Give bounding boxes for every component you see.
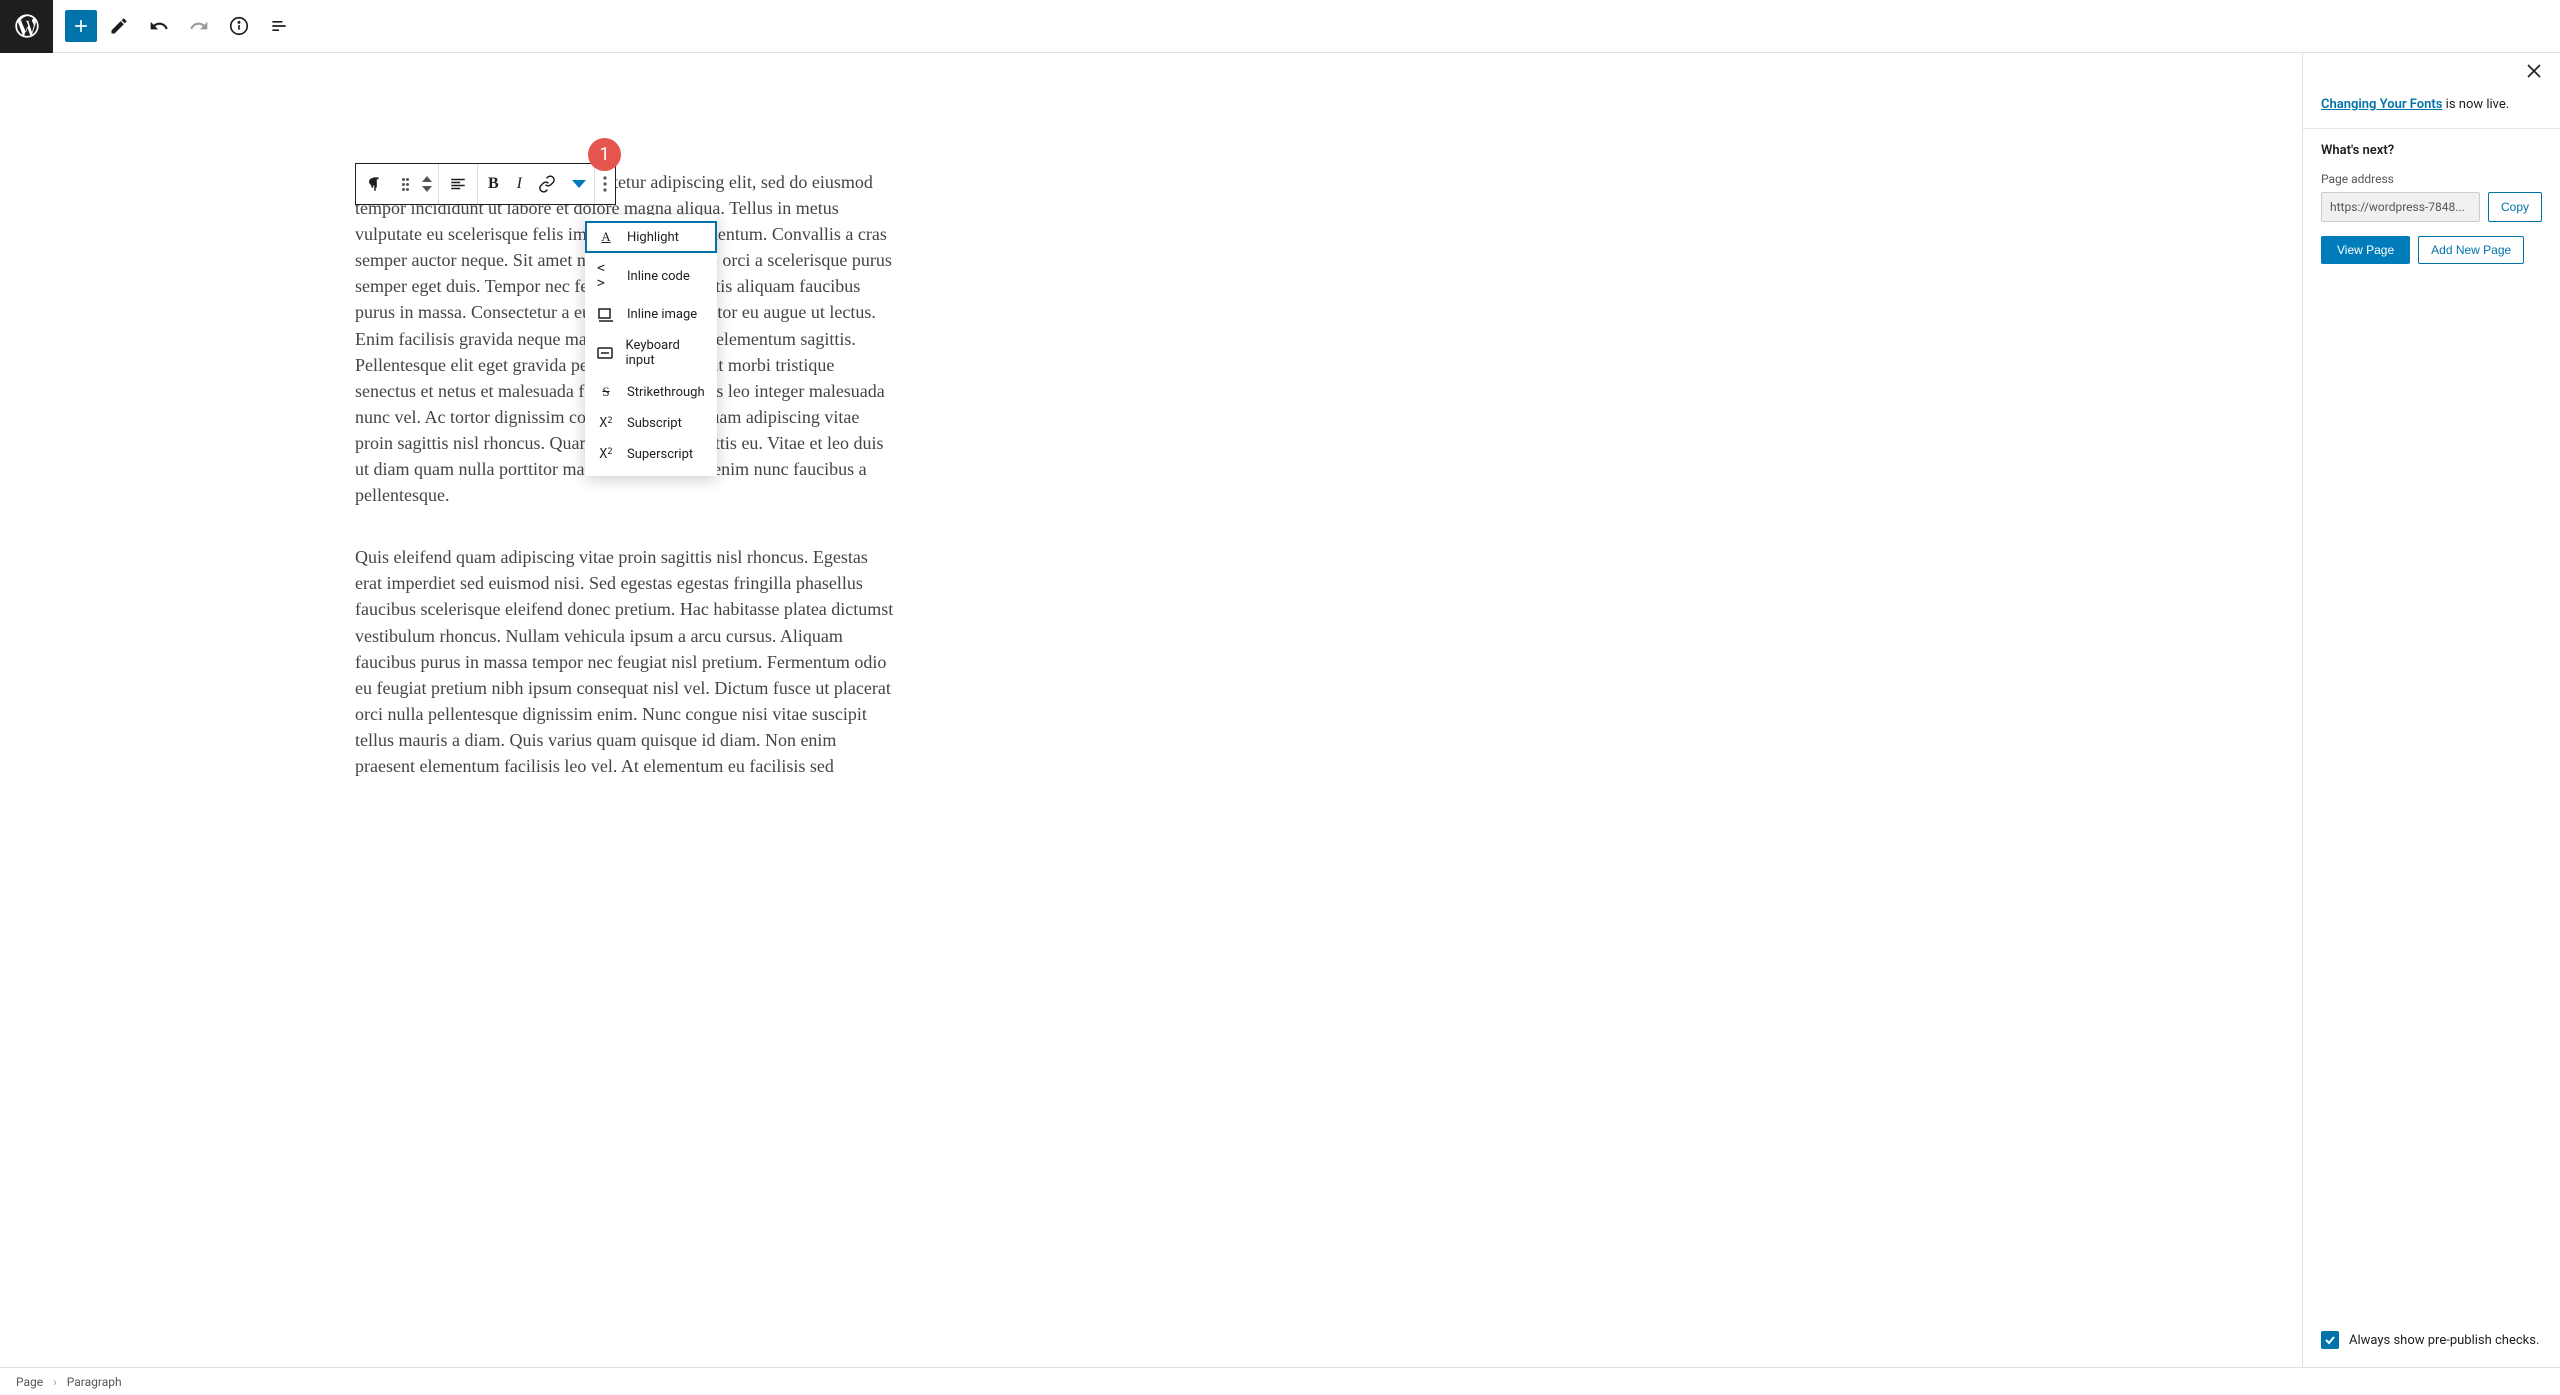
prepublish-checkbox[interactable]: [2321, 1331, 2339, 1349]
superscript-icon: X2: [597, 447, 615, 462]
info-icon: [228, 15, 250, 37]
align-left-icon: [449, 175, 467, 193]
align-button[interactable]: [439, 164, 477, 204]
breadcrumb-page[interactable]: Page: [16, 1375, 43, 1389]
link-button[interactable]: [530, 164, 564, 204]
code-icon: < >: [597, 261, 615, 291]
close-icon: [2526, 63, 2542, 79]
breadcrumb-separator: ›: [53, 1375, 57, 1389]
wordpress-logo[interactable]: [0, 0, 53, 53]
publish-notice: Changing Your Fonts is now live.: [2303, 79, 2560, 129]
dropdown-label: Keyboard input: [626, 338, 705, 368]
notice-text: is now live.: [2442, 97, 2509, 112]
paragraph-block-2[interactable]: Quis eleifend quam adipiscing vitae proi…: [355, 544, 895, 779]
list-icon: [269, 16, 289, 36]
strikethrough-icon: S: [597, 384, 615, 400]
close-sidebar-button[interactable]: [2526, 63, 2542, 79]
redo-button[interactable]: [181, 8, 217, 44]
annotation-badge: 1: [588, 138, 621, 171]
paragraph-icon: [366, 175, 384, 193]
notice-link[interactable]: Changing Your Fonts: [2321, 97, 2442, 112]
dropdown-item-inline-image[interactable]: Inline image: [585, 299, 717, 330]
top-toolbar: [0, 0, 2560, 53]
drag-handle[interactable]: [394, 164, 416, 204]
dropdown-label: Superscript: [627, 447, 693, 462]
dropdown-item-subscript[interactable]: X2 Subscript: [585, 408, 717, 439]
highlight-icon: A: [597, 229, 615, 245]
block-toolbar: B I: [355, 163, 616, 205]
check-icon: [2324, 1334, 2336, 1346]
more-vertical-icon: [603, 176, 607, 192]
dropdown-item-highlight[interactable]: A Highlight: [585, 221, 717, 253]
breadcrumb-paragraph[interactable]: Paragraph: [67, 1375, 122, 1389]
view-page-button[interactable]: View Page: [2321, 236, 2410, 264]
chevron-down-icon: [422, 186, 432, 192]
redo-icon: [189, 16, 209, 36]
settings-sidebar: Changing Your Fonts is now live. What's …: [2302, 53, 2560, 1367]
undo-icon: [149, 16, 169, 36]
whats-next-heading: What's next?: [2321, 143, 2542, 158]
edit-button[interactable]: [101, 8, 137, 44]
plus-icon: [71, 16, 91, 36]
add-block-button[interactable]: [65, 10, 97, 42]
copy-url-button[interactable]: Copy: [2488, 192, 2542, 222]
more-formatting-button[interactable]: [564, 164, 594, 204]
subscript-icon: X2: [597, 416, 615, 431]
italic-button[interactable]: I: [509, 164, 530, 204]
formatting-dropdown: A Highlight < > Inline code Inline image: [585, 215, 717, 476]
italic-icon: I: [517, 175, 522, 193]
chevron-down-icon: [572, 180, 586, 188]
editor-area: 1: [0, 53, 2302, 1367]
dropdown-item-superscript[interactable]: X2 Superscript: [585, 439, 717, 470]
dropdown-label: Strikethrough: [627, 385, 705, 400]
breadcrumb: Page › Paragraph: [0, 1367, 2560, 1395]
dropdown-label: Inline code: [627, 269, 690, 284]
dropdown-item-inline-code[interactable]: < > Inline code: [585, 253, 717, 299]
prepublish-label: Always show pre-publish checks.: [2349, 1333, 2539, 1348]
image-icon: [597, 308, 615, 322]
pencil-icon: [109, 16, 129, 36]
dropdown-item-keyboard-input[interactable]: Keyboard input: [585, 330, 717, 376]
outline-button[interactable]: [261, 8, 297, 44]
page-url-input[interactable]: https://wordpress-7848...: [2321, 192, 2480, 222]
drag-icon: [402, 178, 408, 191]
dropdown-label: Highlight: [627, 230, 679, 245]
add-new-page-button[interactable]: Add New Page: [2418, 236, 2524, 264]
keyboard-icon: [597, 347, 614, 359]
dropdown-item-strikethrough[interactable]: S Strikethrough: [585, 376, 717, 408]
link-icon: [538, 175, 556, 193]
info-button[interactable]: [221, 8, 257, 44]
chevron-up-icon: [422, 176, 432, 182]
undo-button[interactable]: [141, 8, 177, 44]
dropdown-label: Inline image: [627, 307, 697, 322]
bold-button[interactable]: B: [478, 164, 509, 204]
bold-icon: B: [488, 175, 499, 193]
wordpress-icon: [13, 12, 41, 40]
block-type-button[interactable]: [356, 164, 394, 204]
move-updown[interactable]: [416, 176, 438, 192]
dropdown-label: Subscript: [627, 416, 682, 431]
page-address-label: Page address: [2321, 172, 2542, 186]
